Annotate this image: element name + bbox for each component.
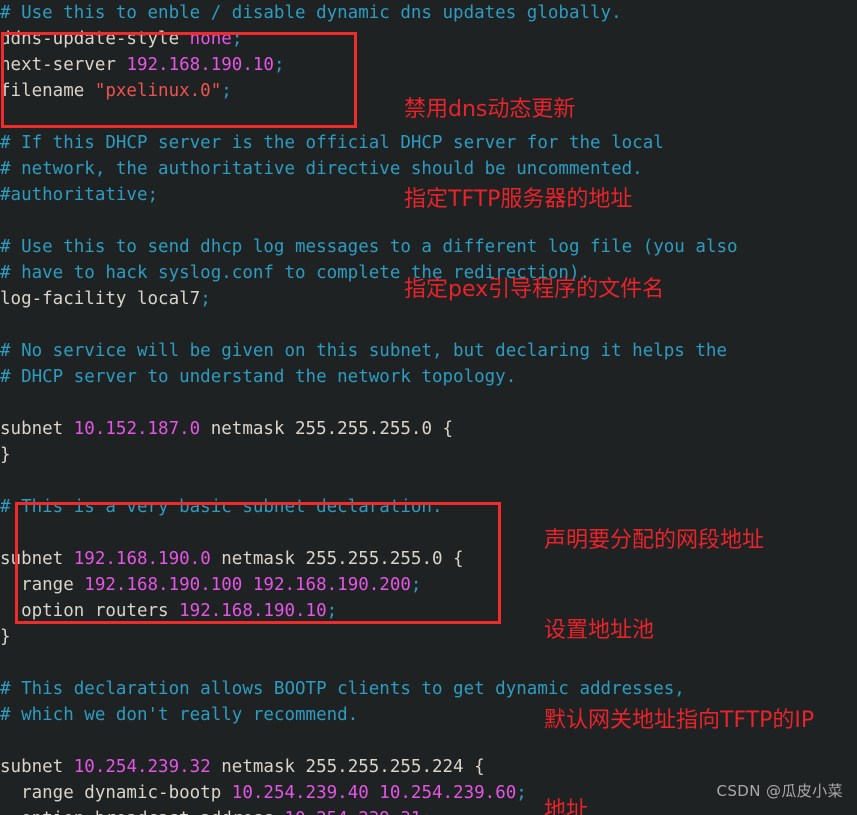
- annotation-line: 默认网关地址指向TFTP的IP: [544, 708, 815, 733]
- code-token: next-server: [0, 55, 127, 75]
- code-token: range: [0, 575, 85, 595]
- code-token: 192.168.190.100 192.168.190.200: [84, 575, 411, 595]
- code-line[interactable]: [0, 390, 857, 416]
- annotation-line: 指定TFTP服务器的地址: [404, 187, 633, 212]
- annotation-group-pxe: 禁用dns动态更新 指定TFTP服务器的地址 指定pex引导程序的文件名: [404, 35, 664, 365]
- code-token: 10.254.239.31: [284, 809, 421, 815]
- code-token: netmask 255.255.255.224 {: [210, 757, 485, 777]
- code-token: # Use this to enble / disable dynamic dn…: [0, 3, 622, 23]
- annotation-line: 声明要分配的网段地址: [544, 528, 765, 553]
- code-token: ;: [273, 55, 285, 75]
- code-token: 10.152.187.0: [73, 419, 201, 439]
- csdn-watermark: CSDN @瓜皮小菜: [716, 782, 843, 800]
- annotation-line: 禁用dns动态更新: [404, 97, 576, 122]
- code-token: #authoritative;: [0, 185, 159, 205]
- code-token: # This is a very basic subnet declaratio…: [0, 497, 443, 517]
- code-token: filename: [0, 81, 95, 101]
- code-token: log-facility local7: [0, 289, 201, 309]
- code-token: option broadcast-address: [0, 809, 284, 815]
- code-token: subnet: [0, 549, 74, 569]
- code-line[interactable]: }: [0, 442, 857, 468]
- code-token: ;: [516, 783, 527, 803]
- code-line[interactable]: # Use this to enble / disable dynamic dn…: [0, 0, 857, 26]
- code-token: "pxelinux.0": [94, 81, 222, 101]
- code-token: # which we don't really recommend.: [0, 705, 359, 725]
- code-token: ;: [421, 809, 432, 815]
- code-token: ;: [231, 29, 243, 49]
- code-token: ddns-update-style: [0, 29, 190, 49]
- code-token: ;: [326, 601, 338, 621]
- code-token: ;: [200, 289, 211, 309]
- code-token: 192.168.190.0: [73, 549, 211, 569]
- code-token: option routers: [0, 601, 180, 621]
- code-token: ;: [410, 575, 422, 595]
- code-token: 192.168.190.10: [126, 55, 274, 75]
- code-token: none: [189, 29, 232, 49]
- code-token: 10.254.239.32: [73, 757, 211, 777]
- code-token: netmask 255.255.255.0 {: [210, 549, 464, 569]
- code-token: netmask 255.255.255.0 {: [200, 419, 454, 439]
- code-token: 192.168.190.10: [179, 601, 327, 621]
- code-token: 10.254.239.40 10.254.239.60: [231, 783, 517, 803]
- code-token: range dynamic-bootp: [0, 783, 232, 803]
- code-line[interactable]: # DHCP server to understand the network …: [0, 364, 857, 390]
- code-token: }: [0, 627, 11, 647]
- code-token: }: [0, 445, 11, 465]
- code-line[interactable]: subnet 10.152.187.0 netmask 255.255.255.…: [0, 416, 857, 442]
- annotation-line: 设置地址池: [544, 618, 655, 643]
- code-token: # DHCP server to understand the network …: [0, 367, 517, 387]
- code-token: subnet: [0, 419, 74, 439]
- code-token: ;: [221, 81, 232, 101]
- annotation-group-subnet: 声明要分配的网段地址 设置地址池 默认网关地址指向TFTP的IP 地址: [544, 466, 814, 815]
- terminal-screenshot: # Use this to enble / disable dynamic dn…: [0, 0, 857, 815]
- annotation-line: 指定pex引导程序的文件名: [404, 277, 665, 302]
- code-token: subnet: [0, 757, 74, 777]
